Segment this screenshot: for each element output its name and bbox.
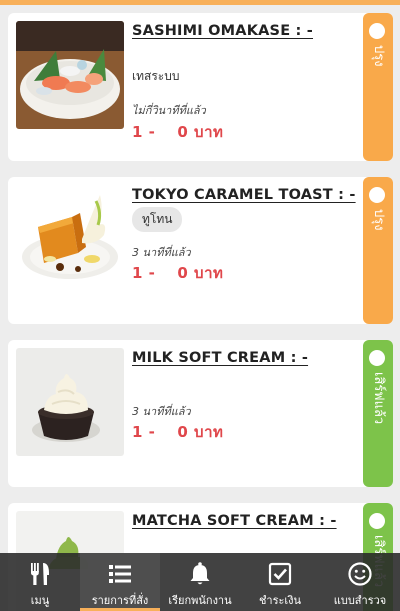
bottom-nav: เมนู รายการที่สั่ง เรียกพนักงาน ชำระเงิน [0,553,400,611]
order-card: SASHIMI OMAKASE : - เทสระบบ ไม่กี่วินาที… [8,13,393,161]
status-dot-icon [369,513,385,529]
item-name: MATCHA SOFT CREAM : - [132,513,337,529]
option-tag: ทูโทน [132,207,183,232]
status-dot-icon [369,23,385,39]
price: 0 บาท [177,423,224,441]
order-card: MILK SOFT CREAM : - 3 นาทีที่แล้ว 1 - 0 บ… [8,340,393,487]
nav-label: ชำระเงิน [258,594,302,607]
quantity: 1 - [132,423,156,441]
caramel-toast-image [16,185,124,293]
price-row: 1 - 0 บาท [132,120,223,144]
checkbox-icon [268,562,292,586]
ordered-time: 3 นาทีที่แล้ว [132,246,191,259]
item-name: TOKYO CARAMEL TOAST : - [132,187,356,203]
status-dot-icon [369,350,385,366]
nav-item-payment[interactable]: ชำระเงิน [240,553,320,611]
order-card: TOKYO CARAMEL TOAST : - ทูโทน 3 นาทีที่แ… [8,177,393,324]
status-tab-cooking[interactable]: ปรุง [363,13,393,161]
milk-soft-cream-image [16,348,124,456]
price: 0 บาท [177,123,224,141]
nav-item-orders[interactable]: รายการที่สั่ง [80,553,160,611]
nav-label: แบบสำรวจ [333,594,387,607]
status-dot-icon [369,187,385,203]
status-label: ปรุง [371,209,386,231]
ordered-time: ไม่กี่วินาทีที่แล้ว [132,104,206,117]
nav-label: รายการที่สั่ง [91,594,149,607]
sashimi-image [16,21,124,129]
price-row: 1 - 0 บาท [132,420,223,444]
nav-item-call-staff[interactable]: เรียกพนักงาน [160,553,240,611]
smiley-icon [348,562,372,586]
status-label: เสิร์ฟแล้ว [371,372,386,425]
price: 0 บาท [177,264,224,282]
nav-item-survey[interactable]: แบบสำรวจ [320,553,400,611]
status-label: ปรุง [371,45,386,67]
price-row: 1 - 0 บาท [132,261,223,285]
item-name: SASHIMI OMAKASE : - [132,23,314,39]
ordered-time: 3 นาทีที่แล้ว [132,405,191,418]
status-tab-cooking[interactable]: ปรุง [363,177,393,324]
item-option: เทสระบบ [132,69,180,83]
nav-item-menu[interactable]: เมนู [0,553,80,611]
quantity: 1 - [132,264,156,282]
nav-label: เรียกพนักงาน [168,594,232,607]
nav-label: เมนู [30,594,50,607]
quantity: 1 - [132,123,156,141]
bell-icon [190,562,210,585]
item-name: MILK SOFT CREAM : - [132,350,309,366]
list-icon [109,565,131,583]
status-tab-served[interactable]: เสิร์ฟแล้ว [363,340,393,487]
top-accent-strip [0,0,400,5]
cutlery-icon [31,563,49,585]
